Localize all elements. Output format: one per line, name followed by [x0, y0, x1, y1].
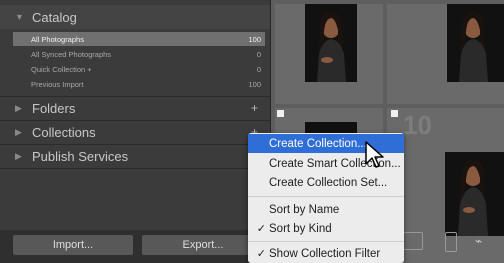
disclosure-closed-icon[interactable]: ▶: [15, 151, 25, 162]
catalog-row-label: All Photographs: [31, 34, 84, 44]
portrait-image: [445, 152, 504, 236]
grid-cell[interactable]: [275, 4, 383, 104]
selection-marker-icon: [391, 110, 398, 117]
publish-services-title: Publish Services: [32, 148, 129, 164]
catalog-row-label: Quick Collection +: [31, 64, 92, 74]
disclosure-closed-icon[interactable]: ▶: [15, 127, 25, 138]
cell-index-number: 10: [403, 110, 432, 140]
catalog-row-label: All Synced Photographs: [31, 49, 112, 59]
collections-title: Collections: [32, 124, 96, 140]
portrait-image: [305, 4, 357, 82]
menu-item-show-collection-filter[interactable]: ✓ Show Collection Filter: [248, 244, 404, 263]
catalog-row-all-synced[interactable]: All Synced Photographs 0: [13, 47, 265, 61]
catalog-row-count: 100: [248, 34, 261, 44]
menu-item-sort-by-name[interactable]: Sort by Name: [248, 200, 404, 219]
menu-check-mark: ✓: [256, 248, 266, 260]
disclosure-closed-icon[interactable]: ▶: [15, 103, 25, 114]
photo-thumbnail[interactable]: [305, 4, 357, 82]
catalog-row-count: 0: [256, 49, 261, 59]
panel-divider: [0, 168, 270, 169]
catalog-row-quick-collection[interactable]: Quick Collection + 0: [13, 62, 265, 76]
add-folder-icon[interactable]: +: [251, 101, 258, 115]
menu-separator: [248, 196, 404, 197]
import-button[interactable]: Import...: [13, 235, 133, 255]
catalog-list: All Photographs 100 All Synced Photograp…: [0, 30, 270, 92]
menu-item-label: Create Collection...: [269, 137, 367, 150]
portrait-image: [447, 4, 504, 82]
grid-tool-icon[interactable]: [445, 232, 457, 252]
catalog-row-all-photographs[interactable]: All Photographs 100: [13, 32, 265, 46]
menu-item-create-collection-set[interactable]: Create Collection Set...: [248, 173, 404, 192]
catalog-panel-header[interactable]: ▼ Catalog: [0, 5, 270, 29]
catalog-row-label: Previous Import: [31, 79, 84, 89]
folders-panel-header[interactable]: ▶ Folders +: [0, 96, 270, 120]
menu-item-label: Sort by Name: [269, 203, 340, 216]
menu-item-sort-by-kind[interactable]: ✓ Sort by Kind: [248, 219, 404, 238]
collections-panel-header[interactable]: ▶ Collections +: [0, 120, 270, 144]
grid-tool-icon[interactable]: [401, 232, 423, 250]
catalog-row-previous-import[interactable]: Previous Import 100: [13, 77, 265, 91]
folders-title: Folders: [32, 100, 76, 116]
catalog-row-count: 100: [248, 79, 261, 89]
photo-thumbnail[interactable]: [447, 4, 504, 82]
photo-thumbnail[interactable]: [445, 152, 504, 236]
grid-tool-icon[interactable]: ⌁: [475, 234, 482, 248]
publish-services-panel-header[interactable]: ▶ Publish Services +: [0, 144, 270, 168]
menu-item-label: Create Collection Set...: [269, 176, 388, 189]
menu-check-mark: ✓: [256, 223, 266, 235]
grid-cell[interactable]: [387, 4, 504, 104]
disclosure-open-icon[interactable]: ▼: [15, 12, 25, 22]
export-button[interactable]: Export...: [142, 235, 264, 255]
menu-separator: [248, 241, 404, 242]
selection-marker-icon: [277, 110, 284, 117]
mouse-pointer-icon: [365, 141, 384, 168]
menu-item-label: Show Collection Filter: [269, 247, 381, 260]
catalog-title: Catalog: [32, 9, 77, 25]
catalog-row-count: 0: [256, 64, 261, 74]
left-panel: ▼ Catalog All Photographs 100 All Synced…: [0, 0, 271, 263]
menu-item-label: Sort by Kind: [269, 222, 332, 235]
